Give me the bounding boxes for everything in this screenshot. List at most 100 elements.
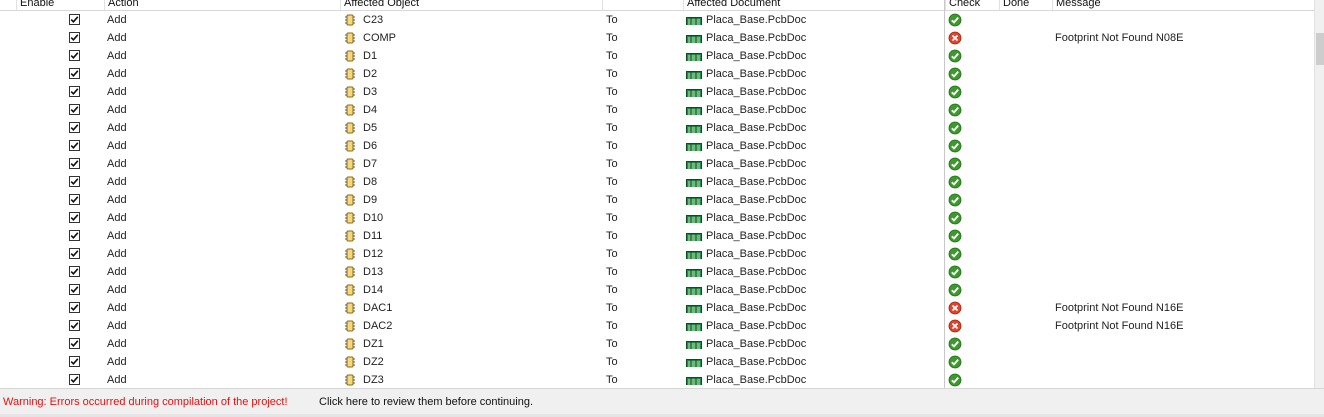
enable-checkbox[interactable] [69, 158, 80, 169]
enable-checkbox[interactable] [69, 14, 80, 25]
table-row[interactable]: Add D3 To Placa_Base.PcbDoc [0, 83, 1314, 101]
enable-checkbox[interactable] [69, 86, 80, 97]
vertical-scrollbar[interactable] [1314, 0, 1324, 388]
table-row[interactable]: Add COMP To Placa_Base.PcbDoc Footprint Not … [0, 29, 1314, 47]
enable-checkbox[interactable] [69, 338, 80, 349]
column-header-to[interactable] [602, 0, 683, 10]
pcb-document-icon [686, 285, 702, 295]
action-cell: Add [107, 230, 127, 242]
table-row[interactable]: Add D10 To Placa_Base.PcbDoc [0, 209, 1314, 227]
check-ok-icon [948, 13, 962, 27]
table-row[interactable]: Add D11 To Placa_Base.PcbDoc [0, 227, 1314, 245]
check-ok-icon [948, 211, 962, 225]
table-row[interactable]: Add DZ3 To Placa_Base.PcbDoc [0, 371, 1314, 388]
table-row[interactable]: Add DAC2 To Placa_Base.PcbDoc Footprint Not … [0, 317, 1314, 335]
enable-checkbox[interactable] [69, 230, 80, 241]
enable-checkbox[interactable] [69, 302, 80, 313]
to-cell: To [606, 50, 618, 62]
affected-object-cell: COMP [363, 32, 396, 44]
pcb-document-icon [686, 267, 702, 277]
enable-checkbox[interactable] [69, 266, 80, 277]
affected-document-cell: Placa_Base.PcbDoc [706, 140, 807, 152]
action-cell: Add [107, 158, 127, 170]
enable-checkbox[interactable] [69, 374, 80, 385]
component-icon [344, 158, 356, 170]
affected-document-cell: Placa_Base.PcbDoc [706, 266, 807, 278]
check-ok-icon [948, 157, 962, 171]
table-row[interactable]: Add DZ2 To Placa_Base.PcbDoc [0, 353, 1314, 371]
pcb-document-icon [686, 69, 702, 79]
compile-warning-text: Warning: Errors occurred during compilat… [3, 396, 288, 408]
affected-object-cell: DZ1 [363, 338, 384, 350]
to-cell: To [606, 122, 618, 134]
action-cell: Add [107, 284, 127, 296]
column-header-check[interactable]: Check [945, 0, 999, 10]
component-icon [344, 374, 356, 386]
component-icon [344, 86, 356, 98]
enable-checkbox[interactable] [69, 320, 80, 331]
pcb-document-icon [686, 357, 702, 367]
component-icon [344, 266, 356, 278]
enable-checkbox[interactable] [69, 248, 80, 259]
table-row[interactable]: Add D12 To Placa_Base.PcbDoc [0, 245, 1314, 263]
enable-checkbox[interactable] [69, 176, 80, 187]
enable-checkbox[interactable] [69, 50, 80, 61]
enable-checkbox[interactable] [69, 104, 80, 115]
pcb-document-icon [686, 51, 702, 61]
table-row[interactable]: Add D1 To Placa_Base.PcbDoc [0, 47, 1314, 65]
table-row[interactable]: Add D14 To Placa_Base.PcbDoc [0, 281, 1314, 299]
pcb-document-icon [686, 321, 702, 331]
component-icon [344, 68, 356, 80]
table-row[interactable]: Add D6 To Placa_Base.PcbDoc [0, 137, 1314, 155]
table-row[interactable]: Add D9 To Placa_Base.PcbDoc [0, 191, 1314, 209]
enable-checkbox[interactable] [69, 122, 80, 133]
to-cell: To [606, 356, 618, 368]
enable-checkbox[interactable] [69, 284, 80, 295]
enable-checkbox[interactable] [69, 212, 80, 223]
to-cell: To [606, 86, 618, 98]
table-row[interactable]: Add C23 To Placa_Base.PcbDoc [0, 11, 1314, 29]
to-cell: To [606, 284, 618, 296]
table-row[interactable]: Add D4 To Placa_Base.PcbDoc [0, 101, 1314, 119]
enable-checkbox[interactable] [69, 32, 80, 43]
scrollbar-thumb[interactable] [1316, 33, 1324, 65]
affected-object-cell: DZ2 [363, 356, 384, 368]
table-row[interactable]: Add DAC1 To Placa_Base.PcbDoc Footprint Not … [0, 299, 1314, 317]
enable-checkbox[interactable] [69, 194, 80, 205]
action-cell: Add [107, 32, 127, 44]
column-header-affected-object[interactable]: Affected Object [340, 0, 602, 10]
action-cell: Add [107, 338, 127, 350]
column-header-message[interactable]: Message [1052, 0, 1314, 10]
component-icon [344, 338, 356, 350]
ecn-dialog: Enable ╲ Action Affected Object Affected… [0, 0, 1324, 417]
affected-object-cell: DAC2 [363, 320, 393, 332]
column-header-done[interactable]: Done [999, 0, 1052, 10]
table-row[interactable]: Add D7 To Placa_Base.PcbDoc [0, 155, 1314, 173]
table-row[interactable]: Add D8 To Placa_Base.PcbDoc [0, 173, 1314, 191]
affected-object-cell: DAC1 [363, 302, 393, 314]
check-ok-icon [948, 139, 962, 153]
column-header-action[interactable]: Action [104, 0, 340, 10]
action-cell: Add [107, 104, 127, 116]
check-ok-icon [948, 355, 962, 369]
to-cell: To [606, 374, 618, 386]
pcb-document-icon [686, 105, 702, 115]
column-header-enable[interactable]: Enable ╲ [16, 0, 104, 10]
table-row[interactable]: Add D5 To Placa_Base.PcbDoc [0, 119, 1314, 137]
component-icon [344, 50, 356, 62]
column-header-affected-document[interactable]: Affected Document [683, 0, 945, 10]
enable-checkbox[interactable] [69, 140, 80, 151]
table-row[interactable]: Add D13 To Placa_Base.PcbDoc [0, 263, 1314, 281]
pcb-document-icon [686, 33, 702, 43]
enable-checkbox[interactable] [69, 68, 80, 79]
enable-checkbox[interactable] [69, 356, 80, 367]
review-errors-link[interactable]: Click here to review them before continu… [319, 396, 533, 408]
to-cell: To [606, 212, 618, 224]
to-cell: To [606, 338, 618, 350]
to-cell: To [606, 68, 618, 80]
affected-document-cell: Placa_Base.PcbDoc [706, 122, 807, 134]
table-row[interactable]: Add DZ1 To Placa_Base.PcbDoc [0, 335, 1314, 353]
component-icon [344, 122, 356, 134]
affected-object-cell: DZ3 [363, 374, 384, 386]
table-row[interactable]: Add D2 To Placa_Base.PcbDoc [0, 65, 1314, 83]
